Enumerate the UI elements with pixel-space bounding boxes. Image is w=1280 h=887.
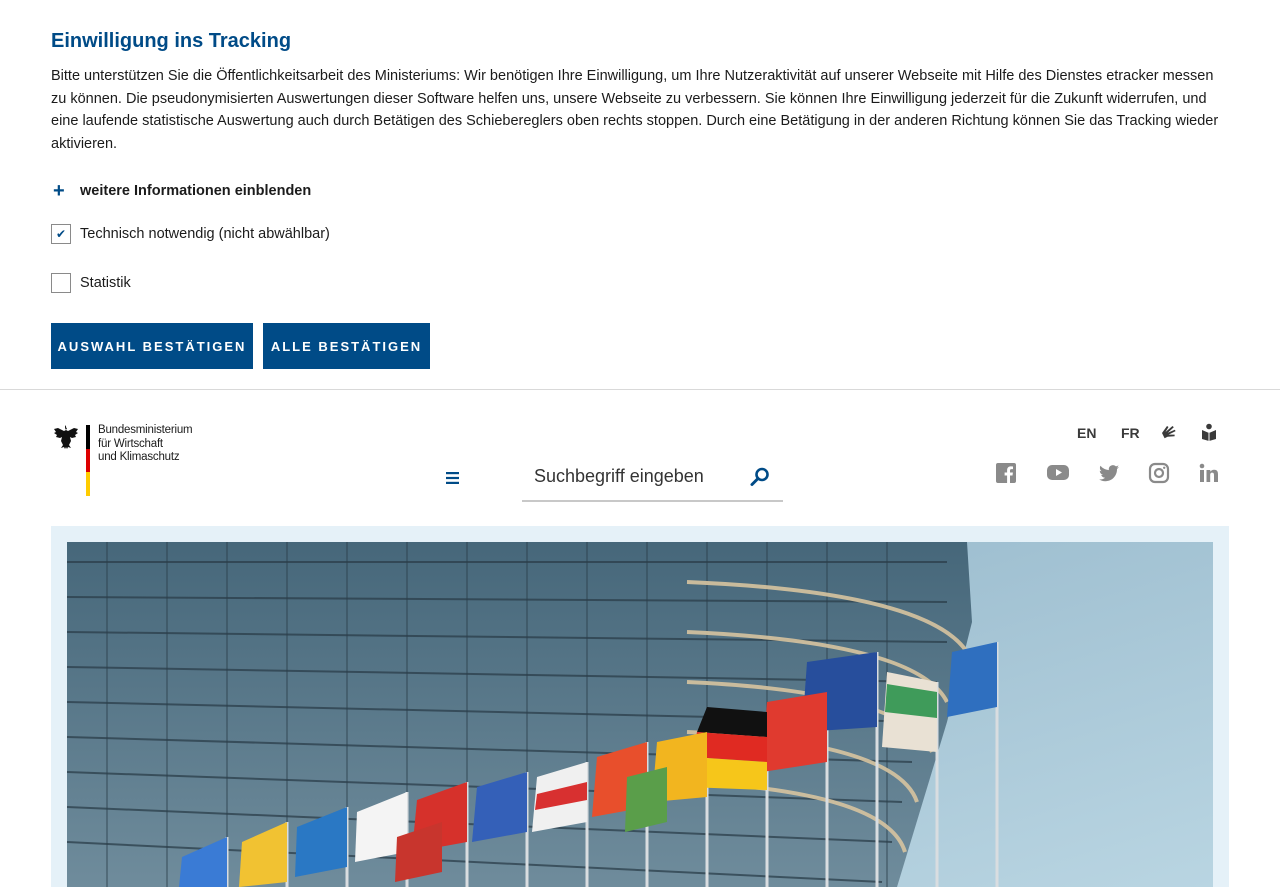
confirm-selection-button[interactable]: AUSWAHL BESTÄTIGEN [51,323,253,369]
language-fr-link[interactable]: FR [1121,425,1140,441]
necessary-checkbox[interactable]: ✔ [51,224,71,244]
search-input[interactable] [534,462,744,490]
necessary-label: Technisch notwendig (nicht abwählbar) [80,226,330,242]
sign-language-icon[interactable] [1160,423,1178,441]
hero-teaser [51,526,1229,887]
consent-title: Einwilligung ins Tracking [51,30,292,52]
statistics-checkbox[interactable] [51,273,71,293]
menu-icon[interactable] [444,470,462,486]
easy-language-icon[interactable] [1200,423,1218,441]
federal-eagle-icon [54,425,78,449]
ministry-logo[interactable]: Bundesministerium für Wirtschaft und Kli… [51,424,201,496]
confirm-all-button[interactable]: ALLE BESTÄTIGEN [263,323,430,369]
language-en-link[interactable]: EN [1077,425,1096,441]
site-header: Bundesministerium für Wirtschaft und Kli… [0,390,1280,526]
consent-description: Bitte unterstützen Sie die Öffentlichkei… [51,68,1219,153]
statistics-label: Statistik [80,275,131,291]
instagram-icon[interactable] [1148,462,1170,484]
consent-banner: Einwilligung ins Tracking Bitte unterstü… [0,0,1280,390]
option-statistics: Statistik [51,272,131,294]
facebook-icon[interactable] [995,462,1017,484]
search-box [522,452,783,502]
german-flag-bar [86,425,90,496]
ministry-name: Bundesministerium für Wirtschaft und Kli… [98,424,193,463]
twitter-icon[interactable] [1098,462,1120,484]
more-info-label: weitere Informationen einblenden [80,183,312,199]
hero-image[interactable] [67,542,1213,887]
youtube-icon[interactable] [1046,462,1070,484]
more-info-toggle[interactable]: + weitere Informationen einblenden [51,178,311,204]
option-necessary: ✔ Technisch notwendig (nicht abwählbar) [51,223,330,245]
search-icon[interactable] [749,466,771,488]
plus-icon: + [53,179,65,202]
linkedin-icon[interactable] [1198,462,1220,484]
